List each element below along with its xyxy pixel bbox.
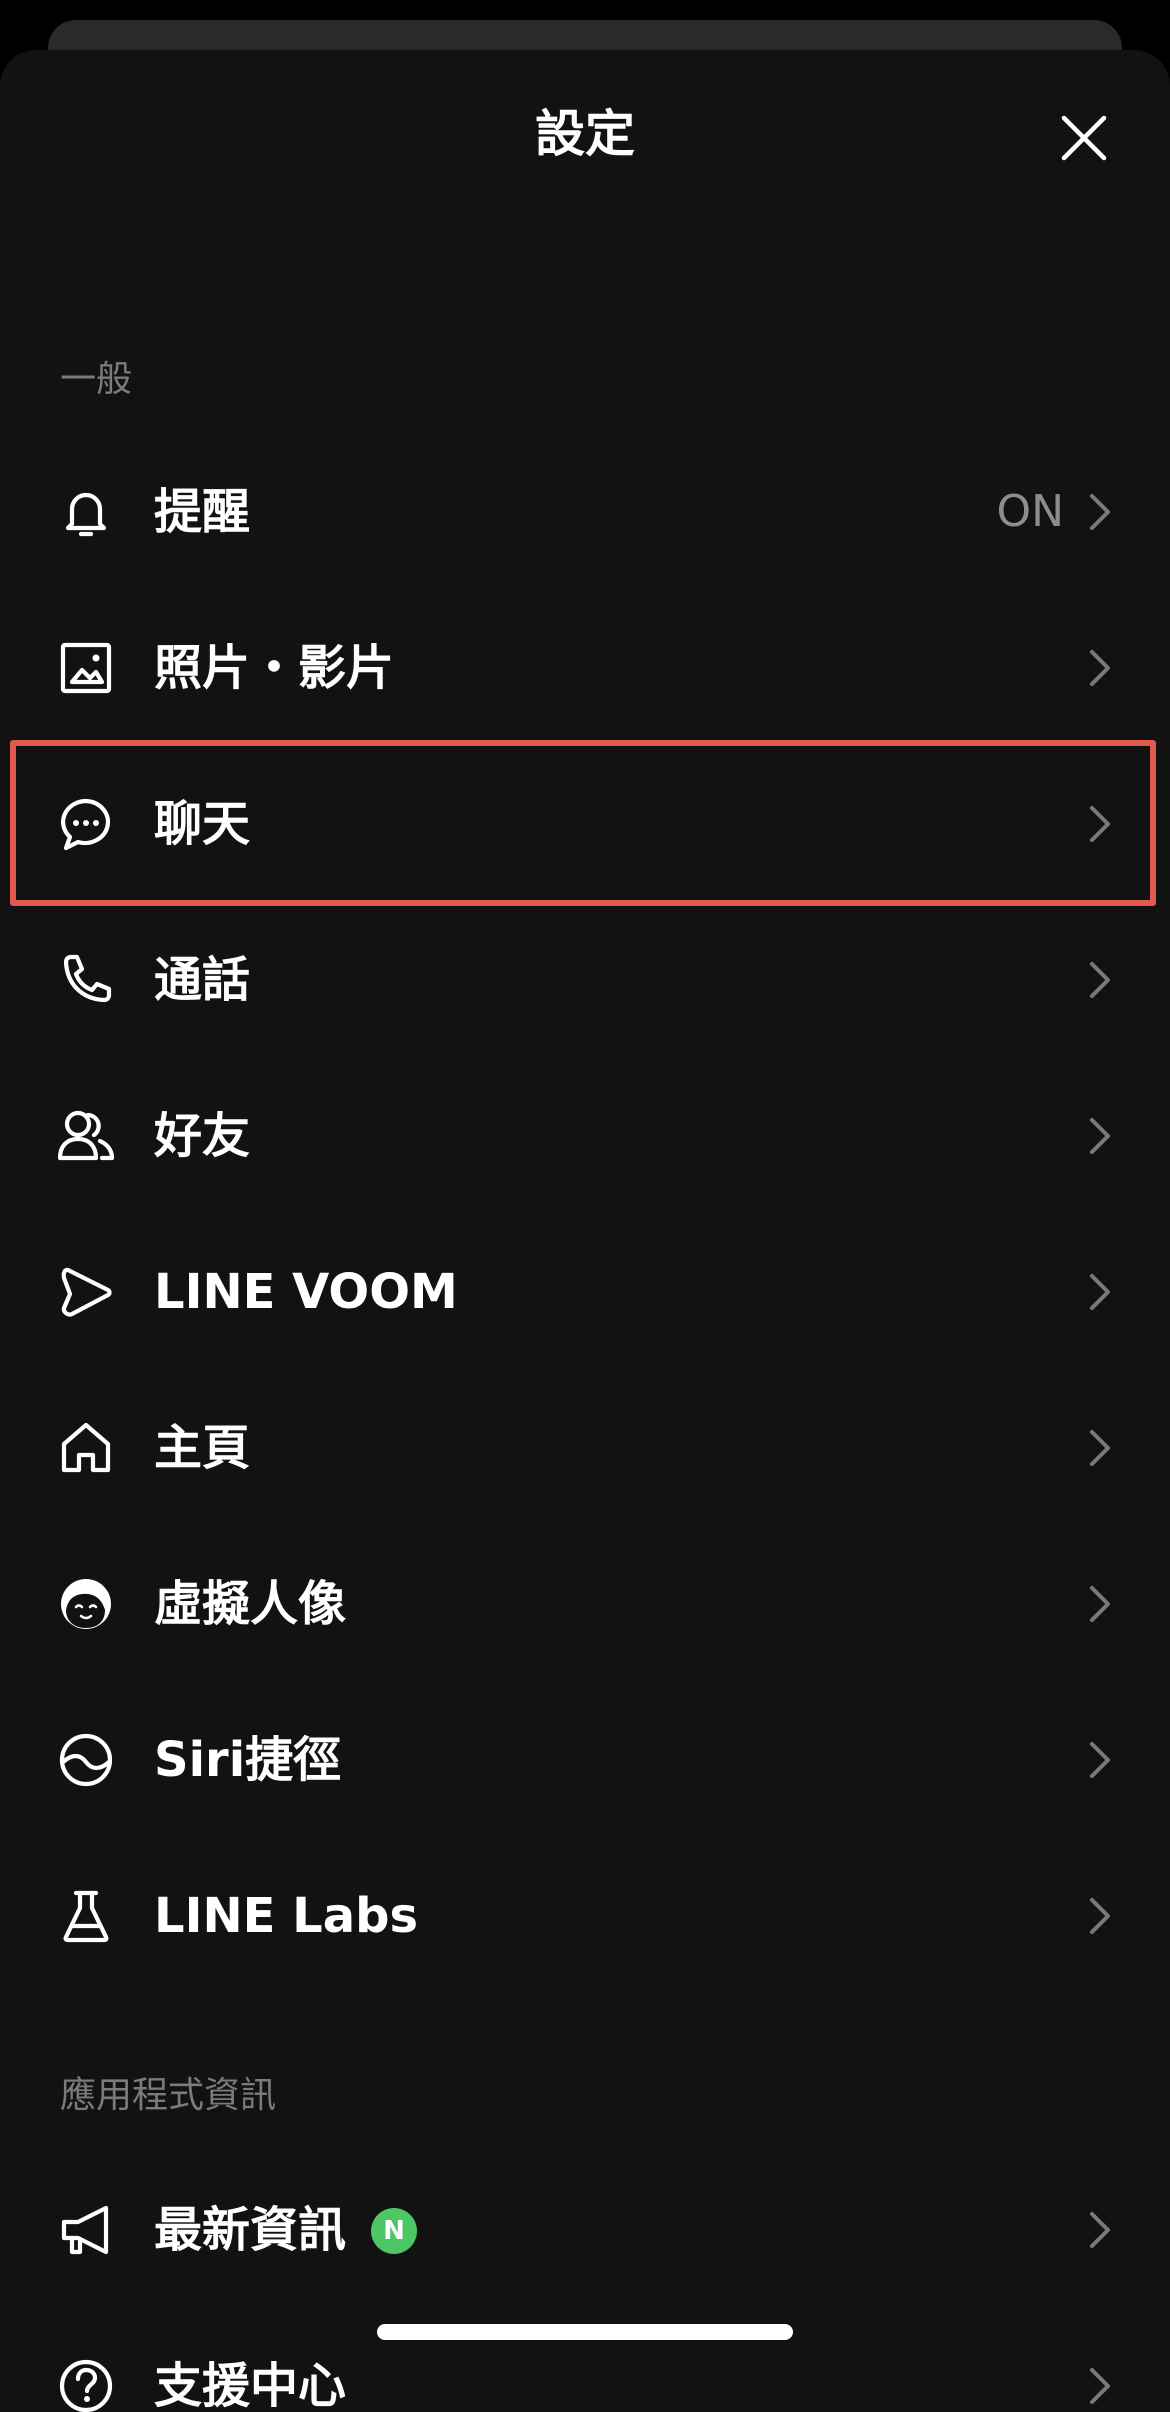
new-badge: N: [371, 2208, 417, 2254]
phone-icon: [63, 954, 112, 1003]
siri-shortcut-icon: [59, 1733, 113, 1787]
home-indicator[interactable]: [377, 2324, 793, 2340]
settings-row-label: 支援中心: [154, 2358, 347, 2412]
chevron-right-icon: [1090, 2212, 1110, 2248]
settings-row-news[interactable]: 最新資訊 N: [0, 2152, 1170, 2308]
section-header-app-info: 應用程式資訊: [60, 2075, 277, 2116]
chevron-right-icon: [1090, 1898, 1110, 1934]
settings-row-label: LINE VOOM: [154, 1264, 458, 1320]
chat-bubble-icon: [61, 798, 111, 851]
settings-row-photos-videos[interactable]: 照片・影片: [0, 590, 1170, 746]
settings-row-home[interactable]: 主頁: [0, 1370, 1170, 1526]
chevron-right-icon: [1090, 1430, 1110, 1466]
settings-sheet: 設定 一般 提醒 ON 照片・影片 聊天 通話 好友 LINE VOOM 主頁 …: [0, 50, 1170, 2412]
voom-play-icon: [61, 1267, 112, 1317]
chevron-right-icon: [1090, 494, 1110, 530]
settings-row-label: 好友: [154, 1108, 251, 1164]
chevron-right-icon: [1090, 806, 1110, 842]
settings-row-label: 虛擬人像: [154, 1576, 347, 1632]
chevron-right-icon: [1090, 2368, 1110, 2404]
close-button[interactable]: [1056, 110, 1112, 166]
settings-row-line-labs[interactable]: LINE Labs: [0, 1838, 1170, 1994]
settings-row-line-voom[interactable]: LINE VOOM: [0, 1214, 1170, 1370]
notifications-status-value: ON: [996, 486, 1064, 537]
bell-icon: [65, 492, 107, 537]
settings-row-chats[interactable]: 聊天: [0, 746, 1170, 902]
close-icon: [1061, 115, 1107, 161]
settings-row-avatar[interactable]: 虛擬人像: [0, 1526, 1170, 1682]
settings-row-calls[interactable]: 通話: [0, 902, 1170, 1058]
question-circle-icon: [59, 2359, 113, 2412]
chevron-right-icon: [1090, 962, 1110, 998]
friends-icon: [57, 1110, 115, 1161]
settings-row-label: 聊天: [154, 796, 251, 852]
settings-row-label: 照片・影片: [154, 640, 395, 696]
settings-row-label: 通話: [154, 952, 251, 1008]
settings-row-label: 主頁: [154, 1420, 251, 1476]
megaphone-icon: [61, 2205, 109, 2255]
chevron-right-icon: [1090, 1742, 1110, 1778]
image-icon: [60, 642, 112, 694]
settings-row-label: 提醒: [154, 484, 251, 540]
settings-row-label: LINE Labs: [154, 1888, 419, 1944]
settings-row-label: 最新資訊: [154, 2202, 347, 2258]
page-title: 設定: [535, 105, 635, 163]
home-icon: [61, 1422, 111, 1473]
section-header-general: 一般: [60, 359, 133, 400]
chevron-right-icon: [1090, 1118, 1110, 1154]
settings-row-siri-shortcuts[interactable]: Siri捷徑: [0, 1682, 1170, 1838]
chevron-right-icon: [1090, 650, 1110, 686]
settings-row-friends[interactable]: 好友: [0, 1058, 1170, 1214]
chevron-right-icon: [1090, 1586, 1110, 1622]
settings-row-label: Siri捷徑: [154, 1732, 342, 1788]
settings-row-notifications[interactable]: 提醒 ON: [0, 434, 1170, 590]
avatar-face-icon: [61, 1579, 111, 1629]
chevron-right-icon: [1090, 1274, 1110, 1310]
flask-icon: [63, 1890, 109, 1943]
header: 設定: [0, 50, 1170, 220]
